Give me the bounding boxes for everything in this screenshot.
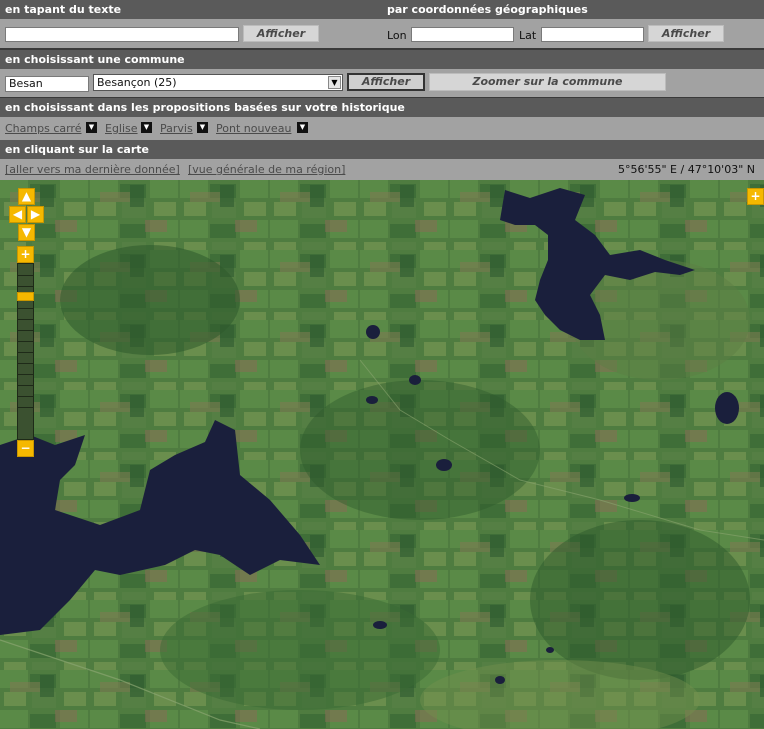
pan-up-button[interactable]: ▲ [18, 188, 35, 205]
history-item-champs-carre[interactable]: Champs carré [5, 122, 81, 135]
pan-left-button[interactable]: ◀ [9, 206, 26, 223]
header-commune: en choisissant une commune [0, 50, 764, 69]
chevron-down-icon[interactable]: ▼ [86, 122, 97, 133]
lat-input[interactable] [541, 27, 644, 42]
zoom-slider-track[interactable] [17, 263, 34, 440]
region-view-link[interactable]: [vue générale de ma région] [188, 163, 345, 176]
coords-search-button[interactable]: Afficher [648, 25, 724, 42]
history-item-parvis[interactable]: Parvis [160, 122, 193, 135]
commune-search-button[interactable]: Afficher [347, 73, 425, 91]
text-search-title: en tapant du texte [5, 3, 122, 16]
commune-select-value: Besançon (25) [97, 76, 177, 89]
coordinates-readout: 5°56'55" E / 47°10'03" N [617, 163, 755, 176]
chevron-down-icon[interactable]: ▼ [141, 122, 152, 133]
history-title: en choisissant dans les propositions bas… [5, 101, 405, 114]
commune-row: Besan Besançon (25) ▼ Afficher Zoomer su… [0, 69, 764, 97]
lon-input[interactable] [411, 27, 514, 42]
chevron-down-icon[interactable]: ▼ [197, 122, 208, 133]
commune-input[interactable]: Besan [5, 76, 89, 92]
lon-label: Lon [387, 29, 407, 42]
pan-right-button[interactable]: ▶ [27, 206, 44, 223]
chevron-down-icon[interactable]: ▼ [297, 122, 308, 133]
lat-label: Lat [519, 29, 537, 42]
chevron-down-icon: ▼ [328, 76, 341, 89]
text-search-button[interactable]: Afficher [243, 25, 319, 42]
last-data-link[interactable]: [aller vers ma dernière donnée] [5, 163, 180, 176]
commune-title: en choisissant une commune [5, 53, 185, 66]
geo-coords-title: par coordonnées géographiques [387, 3, 588, 16]
zoom-out-button[interactable]: − [17, 440, 34, 457]
satellite-imagery [0, 180, 764, 729]
header-map-click: en cliquant sur la carte [0, 140, 764, 159]
history-item-pont-nouveau[interactable]: Pont nouveau [216, 122, 291, 135]
zoom-in-button[interactable]: + [17, 246, 34, 263]
zoom-commune-button[interactable]: Zoomer sur la commune [429, 73, 666, 91]
zoom-slider-handle[interactable] [17, 291, 34, 301]
history-item-eglise[interactable]: Eglise [105, 122, 138, 135]
header-history: en choisissant dans les propositions bas… [0, 98, 764, 117]
text-search-input[interactable] [5, 27, 239, 42]
pan-down-button[interactable]: ▼ [18, 224, 35, 241]
commune-select[interactable]: Besançon (25) ▼ [93, 74, 343, 91]
map-links-row: [aller vers ma dernière donnée] [vue gén… [0, 159, 764, 180]
map-click-title: en cliquant sur la carte [5, 143, 149, 156]
layer-toggle-button[interactable]: + [747, 188, 764, 205]
satellite-map[interactable]: ▲ ◀ ▶ ▼ + − + [0, 180, 764, 729]
text-and-coords-row: Afficher Lon Lat Afficher [0, 19, 764, 48]
header-text-and-coords: en tapant du texte par coordonnées géogr… [0, 0, 764, 19]
